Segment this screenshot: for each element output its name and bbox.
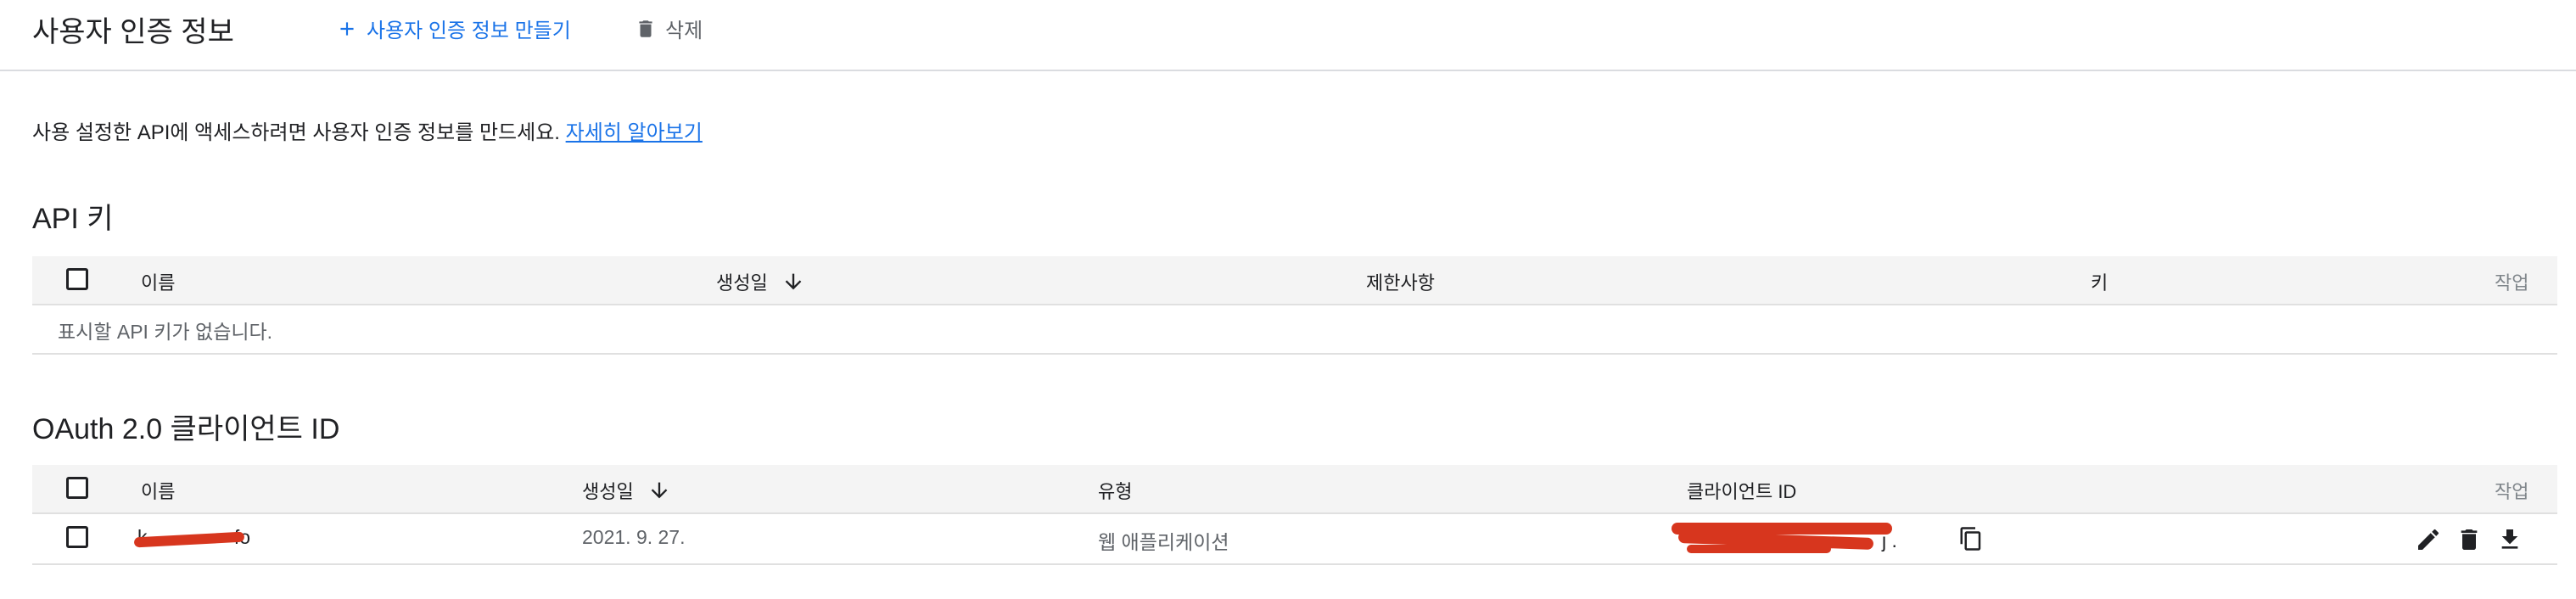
api-keys-select-all-checkbox[interactable] — [66, 268, 88, 290]
arrow-down-icon — [651, 482, 668, 499]
api-col-actions: 작업 — [2495, 272, 2529, 294]
trash-icon — [2461, 529, 2478, 550]
plus-icon — [340, 21, 354, 36]
api-col-name[interactable]: 이름 — [141, 268, 175, 295]
client-created-date: 2021. 9. 27. — [582, 526, 686, 548]
oauth-title: OAuth 2.0 클라이언트 ID — [32, 413, 340, 445]
create-credentials-button[interactable]: 사용자 인증 정보 만들기 — [336, 14, 571, 43]
redaction-mark — [1687, 545, 1831, 553]
api-keys-empty-text: 표시할 API 키가 없습니다. — [58, 321, 273, 343]
api-keys-table-header: 이름 생성일 제한사항 키 작업 — [32, 256, 2557, 305]
client-type: 웹 애플리케이션 — [1098, 531, 1229, 553]
create-credentials-label: 사용자 인증 정보 만들기 — [367, 20, 571, 42]
api-col-key[interactable]: 키 — [2091, 268, 2108, 295]
delete-button[interactable]: 삭제 — [635, 14, 703, 43]
delete-label: 삭제 — [665, 20, 703, 42]
table-row: k fo 2021. 9. 27. 웹 애플리케이션 j . — [32, 514, 2557, 565]
row-delete-button[interactable] — [2456, 526, 2483, 557]
oauth-col-created[interactable]: 생성일 — [582, 477, 671, 504]
info-text: 사용 설정한 API에 액세스하려면 사용자 인증 정보를 만드세요. 자세히 … — [32, 115, 703, 145]
info-message: 사용 설정한 API에 액세스하려면 사용자 인증 정보를 만드세요. — [32, 121, 560, 144]
oauth-col-name[interactable]: 이름 — [141, 477, 175, 504]
oauth-col-client-id[interactable]: 클라이언트 ID — [1687, 477, 1796, 504]
oauth-table-header: 이름 생성일 유형 클라이언트 ID 작업 — [32, 465, 2557, 514]
download-button[interactable] — [2496, 526, 2523, 557]
toolbar-divider — [0, 70, 2576, 71]
oauth-select-all-checkbox[interactable] — [66, 477, 88, 499]
api-keys-empty-row: 표시할 API 키가 없습니다. — [32, 305, 2557, 355]
page-title: 사용자 인증 정보 — [32, 16, 234, 48]
oauth-col-created-label: 생성일 — [582, 481, 634, 502]
row-checkbox[interactable] — [66, 526, 88, 548]
download-icon — [2501, 529, 2518, 549]
trash-icon — [639, 20, 652, 37]
copy-icon — [1960, 527, 1981, 551]
oauth-col-actions: 작업 — [2495, 481, 2529, 502]
api-col-created[interactable]: 생성일 — [716, 268, 805, 295]
api-keys-title: API 키 — [32, 203, 114, 235]
api-col-restrictions[interactable]: 제한사항 — [1366, 268, 1435, 295]
pencil-icon — [2418, 529, 2439, 550]
copy-client-id-button[interactable] — [1958, 526, 1984, 556]
api-col-created-label: 생성일 — [716, 272, 768, 294]
learn-more-link[interactable]: 자세히 알아보기 — [566, 121, 703, 144]
arrow-down-icon — [785, 273, 802, 290]
edit-button[interactable] — [2415, 526, 2442, 557]
oauth-col-type[interactable]: 유형 — [1098, 477, 1132, 504]
